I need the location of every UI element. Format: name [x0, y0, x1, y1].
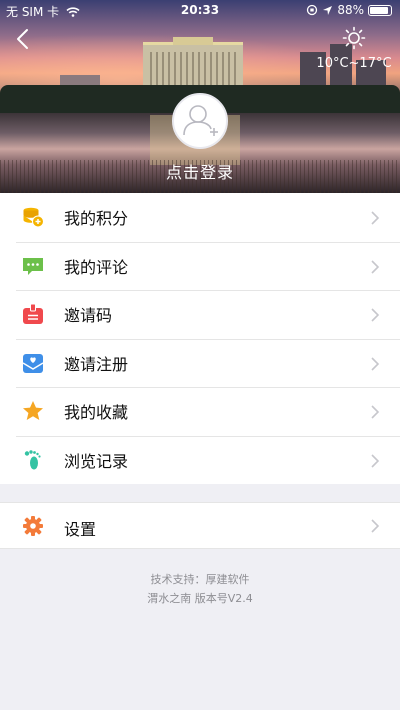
menu-item-label: 我的积分 [64, 209, 129, 229]
coins-icon [23, 207, 44, 228]
comment-icon [23, 257, 43, 275]
chevron-right-icon [371, 308, 380, 322]
avatar[interactable] [172, 93, 228, 149]
menu-item-label: 邀请注册 [64, 354, 129, 374]
menu-item-label: 我的收藏 [64, 403, 129, 423]
settings-label: 设置 [64, 520, 97, 539]
footer: 技术支持：厚建软件 渭水之南 版本号V2.4 [0, 570, 400, 608]
back-button[interactable] [12, 28, 34, 50]
location-icon [323, 5, 333, 15]
tech-support-text: 技术支持：厚建软件 [150, 573, 250, 586]
badge-icon [23, 303, 43, 324]
chevron-right-icon [371, 453, 380, 468]
login-prompt[interactable]: 点击登录 [0, 159, 400, 183]
mail-heart-icon [22, 353, 44, 373]
chevron-right-icon [371, 211, 380, 225]
status-right: 88% [306, 3, 392, 17]
battery-percent: 88% [337, 3, 364, 17]
menu-item-label: 浏览记录 [64, 451, 129, 471]
version-text: 渭水之南 版本号V2.4 [147, 592, 253, 605]
menu-item-comments[interactable]: 我的评论 [0, 241, 400, 291]
battery-level [370, 6, 388, 14]
weather-widget: 10°C~17°C [316, 26, 392, 71]
profile-header: 无 SIM 卡 20:33 88% 10°C~17°C 点击登录 [0, 0, 400, 193]
chevron-right-icon [371, 519, 380, 533]
menu-item-label: 邀请码 [64, 306, 113, 326]
footprint-icon [24, 449, 41, 469]
gear-icon [23, 516, 43, 536]
menu-list: 我的积分 我的评论 邀请码 邀请注册 我的收藏 浏览记录 [0, 193, 400, 484]
menu-item-invite-code[interactable]: 邀请码 [0, 290, 400, 339]
menu-item-favorites[interactable]: 我的收藏 [0, 387, 400, 436]
sun-icon [342, 26, 366, 50]
battery-icon [368, 4, 392, 16]
menu-item-settings[interactable]: 设置 [0, 502, 400, 549]
menu-item-label: 我的评论 [64, 257, 129, 277]
chevron-right-icon [371, 259, 380, 274]
menu-item-invite-register[interactable]: 邀请注册 [0, 338, 400, 388]
chevron-right-icon [371, 356, 380, 371]
star-icon [23, 401, 43, 420]
orientation-lock-icon [307, 4, 318, 16]
temperature-range: 10°C~17°C [316, 56, 392, 71]
status-bar: 无 SIM 卡 20:33 88% [0, 0, 400, 20]
chevron-right-icon [371, 405, 380, 419]
default-avatar-icon [183, 105, 218, 136]
menu-item-history[interactable]: 浏览记录 [0, 435, 400, 485]
menu-item-points[interactable]: 我的积分 [0, 193, 400, 242]
